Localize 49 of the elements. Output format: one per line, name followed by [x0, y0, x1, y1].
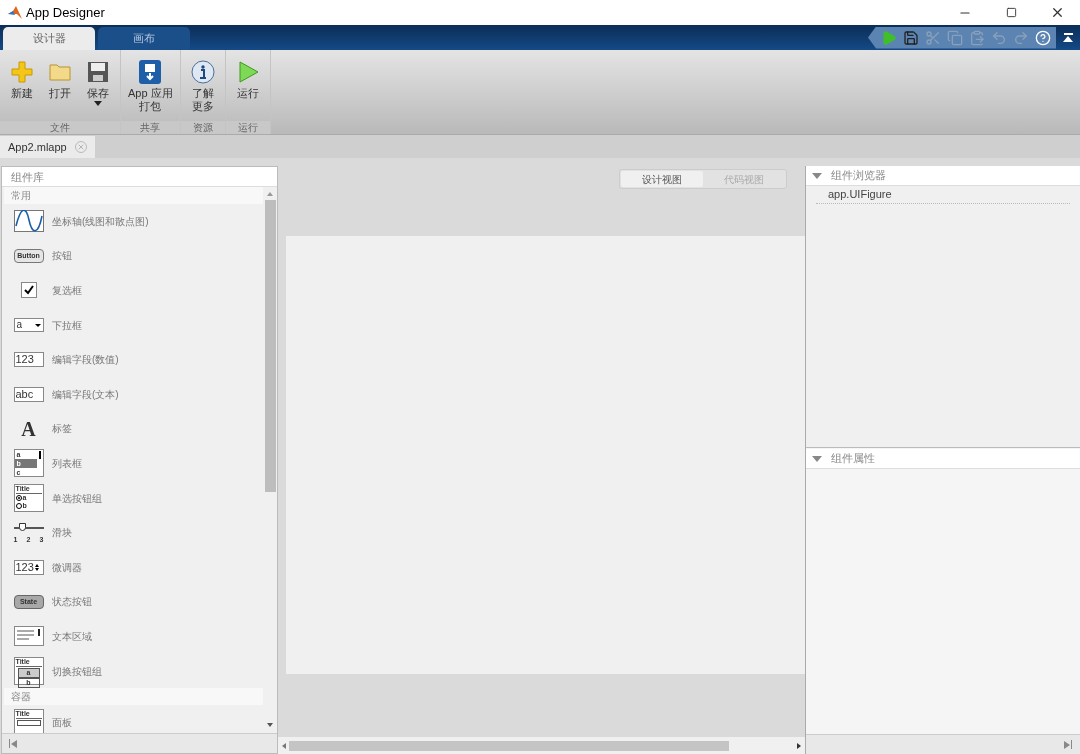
edit-field-icon: abc [13, 386, 44, 402]
ribbon-group-label: 资源 [180, 121, 225, 134]
maximize-icon[interactable] [1005, 7, 1017, 18]
package-icon [138, 59, 163, 85]
ribbon-button[interactable]: 打开 [42, 58, 78, 121]
ribbon-button[interactable]: 了解 更多 [184, 58, 221, 121]
panel-title: 组件属性 [831, 451, 875, 467]
section-header: 容器 [4, 688, 263, 706]
component-item[interactable]: 123 微调器 [4, 549, 263, 585]
horizontal-scrollbar[interactable] [278, 737, 805, 754]
window-title: App Designer [26, 3, 105, 22]
folder-icon [48, 61, 72, 83]
ribbon-button[interactable]: 保存 [80, 58, 116, 121]
text-area-icon [13, 626, 44, 647]
edit-field-icon: 123 [13, 352, 44, 368]
component-item[interactable]: 复选框 [4, 273, 263, 308]
component-item[interactable]: A 标签 [4, 411, 263, 447]
ribbon-group-label: 共享 [121, 121, 180, 134]
panel-title: 组件库 [2, 167, 277, 187]
ribbon-button[interactable]: App 应用 打包 [125, 58, 176, 121]
ribbon-button[interactable]: 新建 [4, 58, 40, 121]
dropdown-icon: a [13, 318, 44, 333]
info-icon [190, 60, 215, 84]
collapse-icon[interactable] [812, 455, 822, 462]
ribbon-tab[interactable]: 设计器 [3, 27, 95, 50]
document-tab[interactable]: App2.mlapp [0, 136, 95, 158]
ribbon-tab[interactable]: 画布 [98, 27, 190, 50]
tree-item[interactable]: app.UIFigure [828, 186, 892, 203]
collapse-icon[interactable] [812, 172, 822, 179]
component-item[interactable]: 坐标轴(线图和散点图) [4, 204, 263, 239]
collapse-left-icon[interactable] [9, 739, 17, 748]
component-item[interactable]: 文本区域 [4, 619, 263, 654]
ribbon-button[interactable]: 运行 [229, 58, 266, 121]
panel-title: 组件浏览器 [831, 168, 886, 184]
component-item[interactable]: a 下拉框 [4, 307, 263, 343]
logo-icon [8, 6, 22, 19]
ribbon-group-label: 文件 [0, 121, 120, 134]
ribbon-group-label: 运行 [225, 121, 270, 134]
component-item[interactable]: abc 编辑字段(文本) [4, 376, 263, 412]
floppy-icon [86, 60, 110, 84]
spinner-icon: 123 [13, 559, 44, 575]
section-header: 常用 [4, 187, 263, 204]
view-toggle[interactable]: 设计视图 [621, 171, 703, 187]
collapse-right-icon[interactable] [1064, 740, 1072, 749]
axes-icon [13, 210, 44, 233]
checkbox-icon [20, 282, 37, 299]
component-item[interactable]: 123 编辑字段(数值) [4, 342, 263, 377]
label-icon: A [21, 418, 36, 439]
plus-icon [10, 60, 34, 84]
